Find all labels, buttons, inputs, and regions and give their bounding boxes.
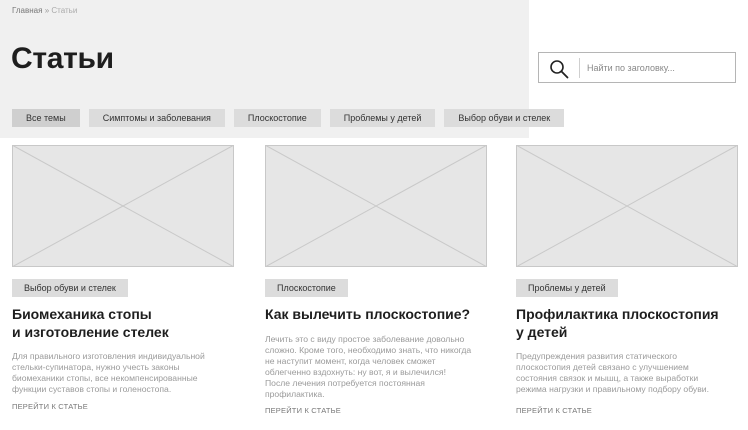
filter-symptoms[interactable]: Симптомы и заболевания: [88, 109, 225, 127]
article-title-line: у детей: [516, 324, 568, 340]
image-placeholder[interactable]: [12, 145, 234, 267]
article-tag[interactable]: Плоскостопие: [265, 279, 348, 297]
excerpt-line: биомеханики стопы, все некомпенсированны…: [12, 373, 198, 383]
breadcrumb-separator: »: [44, 6, 50, 15]
breadcrumb-current: Статьи: [51, 6, 78, 15]
read-article-link[interactable]: ПЕРЕЙТИ К СТАТЬЕ: [516, 406, 738, 415]
search-icon[interactable]: [548, 59, 570, 79]
article-title-line: Как вылечить плоскостопие?: [265, 306, 471, 322]
image-placeholder[interactable]: [265, 145, 487, 267]
article-title[interactable]: Профилактика плоскостопия у детей: [516, 305, 738, 341]
excerpt-line: состояния связок и мышц, а также выработ…: [516, 373, 699, 383]
article-card: Плоскостопие Как вылечить плоскостопие? …: [265, 145, 487, 415]
search-divider: [579, 58, 580, 78]
excerpt-line: не наступит момент, когда человек сможет: [265, 356, 436, 366]
article-title-line: Биомеханика стопы: [12, 306, 152, 322]
excerpt-line: режима нагрузки и правильному подбору об…: [516, 384, 709, 394]
excerpt-line: Для правильного изготовления индивидуаль…: [12, 351, 205, 361]
excerpt-line: Лечить это с виду простое заболевание до…: [265, 334, 465, 344]
filter-shoes-insoles[interactable]: Выбор обуви и стелек: [444, 109, 565, 127]
excerpt-line: сложно. Кроме того, необходимо знать, чт…: [265, 345, 472, 355]
read-article-link[interactable]: ПЕРЕЙТИ К СТАТЬЕ: [265, 406, 487, 415]
read-article-link[interactable]: ПЕРЕЙТИ К СТАТЬЕ: [12, 402, 234, 411]
article-title[interactable]: Биомеханика стопы и изготовление стелек: [12, 305, 234, 341]
excerpt-line: Предупреждения развития статического: [516, 351, 678, 361]
page-title: Статьи: [11, 42, 114, 75]
article-excerpt: Для правильного изготовления индивидуаль…: [12, 351, 234, 395]
breadcrumb-home-link[interactable]: Главная: [12, 6, 42, 15]
excerpt-line: профилактика.: [265, 389, 325, 399]
article-title-line: и изготовление стелек: [12, 324, 169, 340]
excerpt-line: стельки-супинатора, нужно учесть законы: [12, 362, 180, 372]
filter-all-topics[interactable]: Все темы: [12, 109, 80, 127]
article-card: Проблемы у детей Профилактика плоскостоп…: [516, 145, 738, 415]
excerpt-line: облегченно вздохнуть: ну вот, я и вылечи…: [265, 367, 446, 377]
article-card: Выбор обуви и стелек Биомеханика стопы и…: [12, 145, 234, 411]
search-input[interactable]: [587, 53, 733, 82]
filter-flatfoot[interactable]: Плоскостопие: [233, 109, 321, 127]
search-box: [538, 52, 736, 83]
excerpt-line: функции суставов стопы и голеностопа.: [12, 384, 172, 394]
excerpt-line: плоскостопия детей связано с улучшением: [516, 362, 689, 372]
breadcrumb: Главная » Статьи: [12, 6, 77, 15]
excerpt-line: После лечения потребуется постоянная: [265, 378, 425, 388]
filter-children[interactable]: Проблемы у детей: [329, 109, 436, 127]
article-title-line: Профилактика плоскостопия: [516, 306, 719, 322]
article-tag[interactable]: Выбор обуви и стелек: [12, 279, 128, 297]
topic-filters: Все темы Симптомы и заболевания Плоскост…: [12, 109, 565, 127]
article-excerpt: Лечить это с виду простое заболевание до…: [265, 334, 487, 400]
article-tag[interactable]: Проблемы у детей: [516, 279, 618, 297]
article-excerpt: Предупреждения развития статического пло…: [516, 351, 738, 395]
image-placeholder[interactable]: [516, 145, 738, 267]
article-title[interactable]: Как вылечить плоскостопие?: [265, 305, 487, 323]
